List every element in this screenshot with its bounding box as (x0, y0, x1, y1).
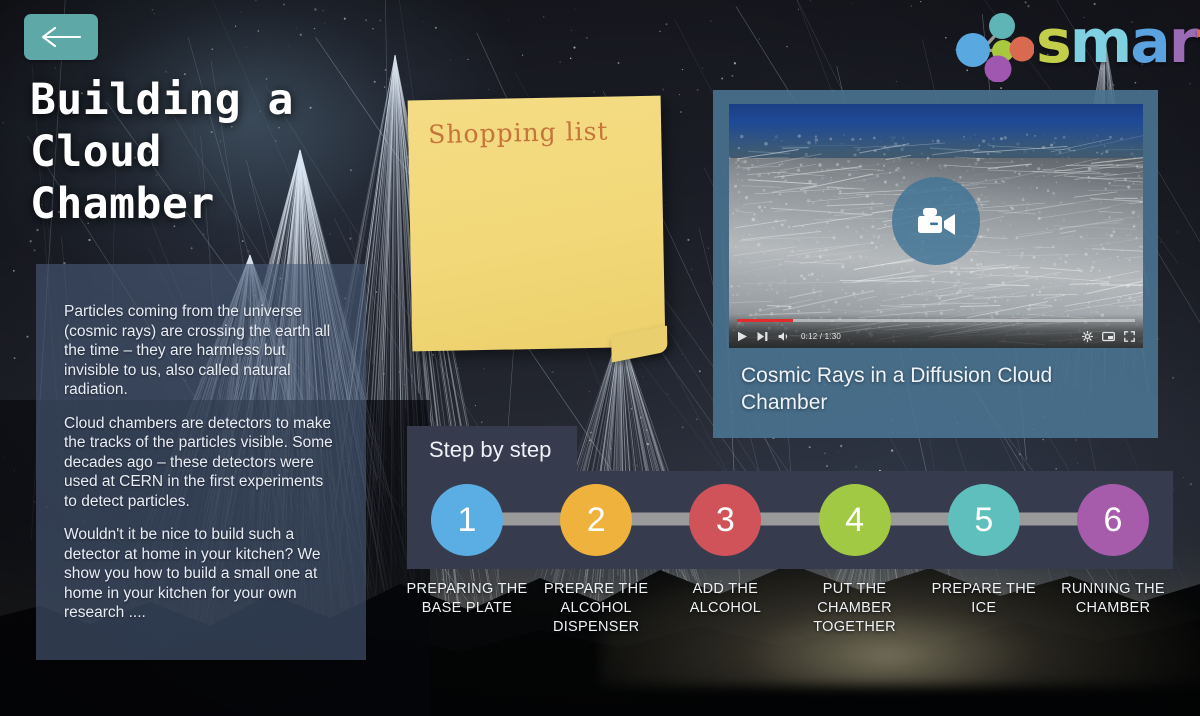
video-progress-played (737, 319, 793, 322)
brand-letter-a-2: a (1130, 7, 1170, 77)
video-card[interactable]: 0:12 / 1:30 Cosmic Rays in a Diffusion C… (713, 90, 1158, 438)
brand-letter-t-4: t (1196, 7, 1200, 77)
miniplayer-icon[interactable] (1102, 331, 1115, 342)
steps-header-tab: Step by step (407, 426, 577, 474)
steps-header-label: Step by step (429, 437, 552, 462)
brand-letter-s-0: s (1036, 7, 1072, 77)
volume-icon[interactable] (778, 331, 790, 342)
brand-wordmark: smart (1036, 10, 1200, 74)
brand-letter-r-3: r (1168, 7, 1199, 77)
step-label-1[interactable]: PREPARING THE BASE PLATE (401, 580, 533, 618)
page-title-line-3: Chamber (30, 179, 215, 229)
video-camera-icon (918, 208, 955, 236)
page-title-line-1: Building a (30, 75, 294, 125)
sticky-note-title: Shopping list (427, 116, 609, 150)
intro-text-panel: Particles coming from the universe (cosm… (36, 264, 366, 660)
step-label-6[interactable]: RUNNING THE CHAMBER (1047, 580, 1179, 618)
steps-panel: 123456 (407, 471, 1173, 569)
intro-paragraph: Wouldn't it be nice to build such a dete… (64, 526, 321, 621)
video-title: Cosmic Rays in a Diffusion Cloud Chamber (741, 364, 1053, 414)
step-label-5[interactable]: PREPARE THE ICE (918, 580, 1050, 618)
molecule-icon (956, 13, 1034, 82)
shopping-list-sticky-note[interactable]: Shopping list (407, 95, 666, 352)
video-controls-bar[interactable]: 0:12 / 1:30 (729, 314, 1143, 348)
skip-next-icon[interactable] (757, 331, 769, 342)
step-circle-6[interactable]: 6 (1077, 484, 1149, 556)
step-circle-1[interactable]: 1 (431, 484, 503, 556)
intro-paragraph: Cloud chambers are detectors to make the… (64, 414, 333, 510)
steps-row: 123456 (407, 471, 1173, 569)
slide-stage: smart Building a Cloud Chamber Particles… (0, 0, 1200, 716)
brand-letter-m-1: m (1069, 7, 1133, 77)
intro-paragraph: Particles coming from the universe (cosm… (64, 303, 331, 398)
step-circle-4[interactable]: 4 (818, 484, 891, 556)
step-label-4[interactable]: PUT THE CHAMBER TOGETHER (789, 580, 921, 637)
video-time-display: 0:12 / 1:30 (801, 331, 842, 341)
page-title-line-2: Cloud (30, 127, 162, 177)
fullscreen-icon[interactable] (1124, 330, 1135, 342)
step-circle-2[interactable]: 2 (560, 484, 633, 556)
video-player[interactable]: 0:12 / 1:30 (729, 104, 1143, 348)
step-label-2[interactable]: PREPARE THE ALCOHOL DISPENSER (530, 580, 662, 637)
brand-logo[interactable]: smart (956, 2, 1200, 86)
page-title: Building a Cloud Chamber (30, 74, 450, 230)
step-circle-5[interactable]: 5 (947, 484, 1020, 556)
step-label-3[interactable]: ADD THE ALCOHOL (659, 580, 791, 618)
arrow-left-icon (41, 26, 82, 48)
step-circle-3[interactable]: 3 (689, 484, 762, 556)
play-icon[interactable] (737, 331, 748, 342)
video-progress-bar[interactable] (737, 319, 1135, 322)
video-play-badge[interactable] (892, 177, 980, 266)
back-button[interactable] (24, 14, 98, 60)
gear-icon[interactable] (1082, 330, 1093, 342)
